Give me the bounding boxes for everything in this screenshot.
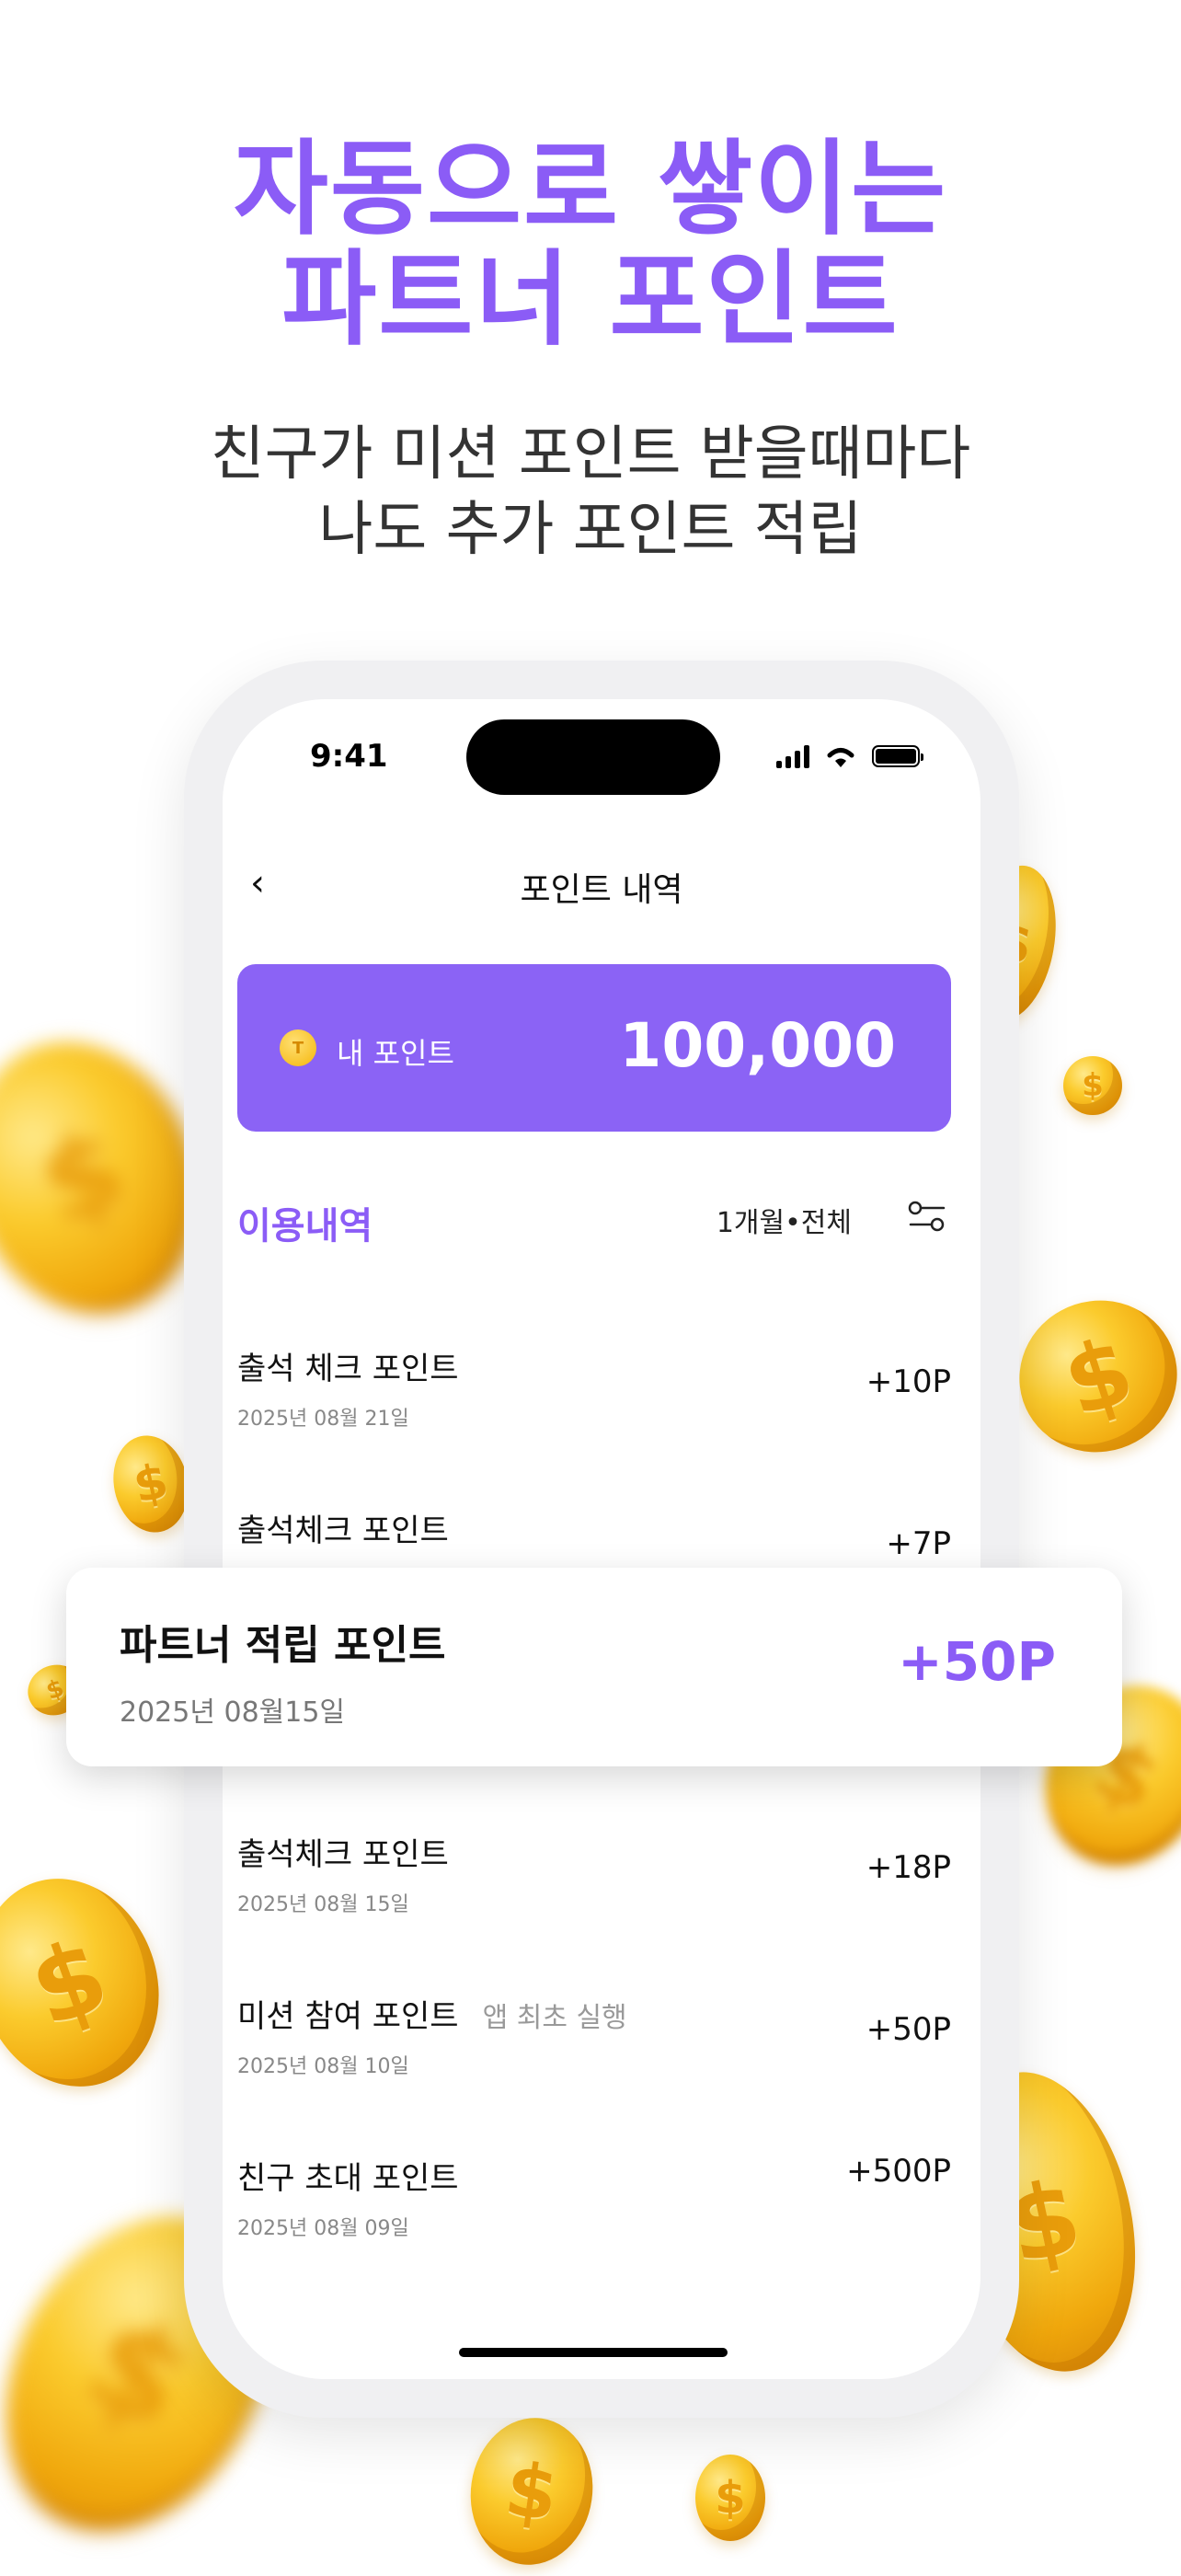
wifi-icon [827, 748, 854, 767]
page-title: 포인트 내역 [520, 871, 683, 909]
history-item-date: 2025년 08월 21일 [237, 1408, 409, 1431]
my-points-label: 내 포인트 [337, 1036, 454, 1071]
history-item[interactable]: 미션 참여 포인트 앱 최초 실행 2025년 08월 10일 +50P [237, 1991, 951, 2092]
dynamic-island [466, 719, 720, 795]
history-item-date: 2025년 08월 10일 [237, 2055, 409, 2078]
history-item-title: 출석체크 포인트 [237, 1512, 449, 1549]
history-title: 이용내역 [237, 1205, 373, 1248]
coin-icon: $ [461, 2409, 602, 2573]
history-item[interactable]: 출석체크 포인트 2025년 08월 15일 +18P [237, 1829, 951, 1930]
partner-points-card: 파트너 적립 포인트 2025년 08월15일 +50P [66, 1568, 1122, 1766]
history-item[interactable]: 친구 초대 포인트 2025년 08월 09일 +500P [237, 2153, 951, 2254]
history-item-title: 친구 초대 포인트 [237, 2160, 459, 2197]
history-item-date: 2025년 08월 15일 [237, 1893, 409, 1916]
coin-icon: $ [695, 2455, 765, 2541]
history-item-tag: 앱 최초 실행 [482, 2002, 627, 2034]
history-item-value: +10P [866, 1363, 951, 1400]
history-item-value: +500P [846, 2153, 951, 2190]
status-icons [776, 743, 923, 769]
filter-icon[interactable] [907, 1200, 947, 1233]
phone-frame: 9:41 ‹ 포인트 내역 T 내 포인트 100,000 이용내역 1개월•전… [184, 661, 1019, 2418]
subheadline-line-2: 나도 추가 포인트 적립 [318, 496, 863, 564]
history-item-value: +50P [866, 2011, 951, 2048]
history-item-value: +7P [886, 1525, 951, 1562]
battery-icon [872, 745, 923, 767]
history-item[interactable]: 출석 체크 포인트 2025년 08월 21일 +10P [237, 1343, 951, 1444]
partner-points-value: +50P [898, 1630, 1056, 1693]
status-time: 9:41 [310, 738, 388, 775]
partner-points-title: 파트너 적립 포인트 [120, 1622, 446, 1669]
history-item-value: +18P [866, 1849, 951, 1886]
coin-icon: $ [999, 1280, 1181, 1473]
headline-line-1: 자동으로 쌓이는 [233, 130, 948, 249]
headline-line-2: 파트너 포인트 [281, 240, 900, 360]
my-points-card: T 내 포인트 100,000 [237, 964, 951, 1132]
point-coin-icon: T [280, 1029, 316, 1066]
coin-icon: $ [1063, 1056, 1122, 1115]
signal-icon [776, 744, 809, 768]
subheadline-line-1: 친구가 미션 포인트 받을때마다 [210, 420, 971, 489]
history-item-title: 미션 참여 포인트 앱 최초 실행 [237, 1998, 627, 2035]
my-points-value: 100,000 [619, 1010, 896, 1081]
history-item-title: 출석 체크 포인트 [237, 1351, 459, 1387]
period-filter[interactable]: 1개월•전체 [717, 1200, 852, 1240]
partner-points-date: 2025년 08월15일 [120, 1696, 346, 1729]
history-item-date: 2025년 08월 09일 [237, 2217, 409, 2240]
phone-screen: 9:41 ‹ 포인트 내역 T 내 포인트 100,000 이용내역 1개월•전… [223, 699, 980, 2379]
coin-icon: $ [0, 1853, 188, 2112]
history-item-title: 출석체크 포인트 [237, 1836, 449, 1873]
home-indicator [459, 2348, 728, 2357]
